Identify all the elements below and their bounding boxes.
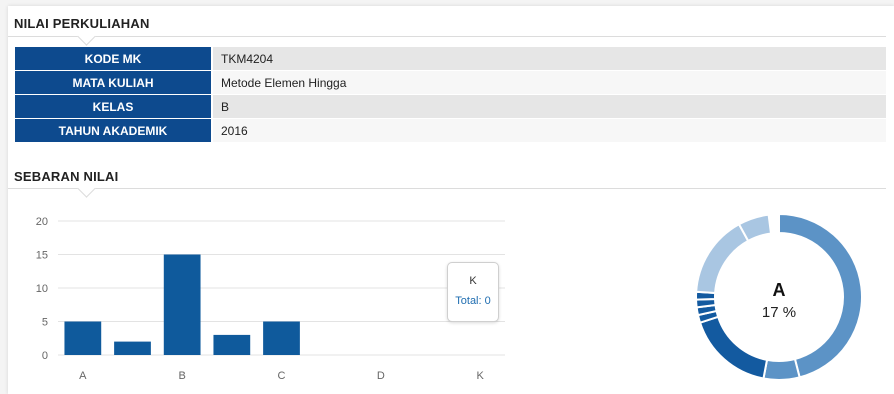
bar bbox=[163, 254, 201, 355]
x-tick-label: A bbox=[79, 370, 87, 382]
info-value: B bbox=[213, 95, 886, 118]
info-key: MATA KULIAH bbox=[15, 71, 213, 94]
info-row: KELAS B bbox=[15, 95, 886, 118]
donut-center-label: A bbox=[773, 280, 786, 300]
chart-tooltip: K Total: 0 bbox=[447, 262, 499, 322]
course-info-table: KODE MK TKM4204 MATA KULIAH Metode Eleme… bbox=[15, 46, 886, 143]
donut-slice bbox=[778, 212, 863, 379]
section-title-nilai: NILAI PERKULIAHAN bbox=[14, 16, 150, 31]
info-value: TKM4204 bbox=[213, 47, 886, 70]
x-tick-label: B bbox=[178, 370, 185, 382]
info-row: MATA KULIAH Metode Elemen Hingga bbox=[15, 71, 886, 94]
section-title-sebaran: SEBARAN NILAI bbox=[14, 169, 119, 184]
info-key: KODE MK bbox=[15, 47, 213, 70]
x-tick-label: K bbox=[476, 370, 484, 382]
info-value: 2016 bbox=[213, 119, 886, 142]
y-tick-label: 15 bbox=[36, 250, 48, 262]
y-tick-label: 0 bbox=[42, 350, 48, 362]
section-divider bbox=[8, 36, 886, 37]
bar bbox=[213, 334, 251, 355]
grade-share-donut-chart: A 17 % bbox=[695, 212, 863, 381]
info-key: KELAS bbox=[15, 95, 213, 118]
donut-slice bbox=[695, 222, 750, 295]
y-tick-label: 10 bbox=[36, 283, 48, 295]
y-tick-label: 5 bbox=[42, 317, 48, 329]
tooltip-label: K bbox=[469, 275, 477, 287]
info-row: TAHUN AKADEMIK 2016 bbox=[15, 119, 886, 142]
bar bbox=[114, 341, 151, 355]
grade-distribution-bar-chart: 0 5 10 15 20 A B C D K bbox=[36, 216, 505, 382]
info-key: TAHUN AKADEMIK bbox=[15, 119, 213, 142]
info-row: KODE MK TKM4204 bbox=[15, 47, 886, 70]
tooltip-total: Total: 0 bbox=[455, 295, 491, 307]
x-tick-label: C bbox=[278, 370, 286, 382]
y-tick-label: 20 bbox=[36, 216, 48, 228]
bar bbox=[263, 321, 300, 355]
donut-center-value: 17 % bbox=[762, 304, 796, 321]
bar bbox=[64, 321, 102, 355]
donut-slice bbox=[762, 357, 801, 381]
donut-slice bbox=[698, 315, 769, 380]
section-divider bbox=[8, 188, 886, 189]
x-tick-label: D bbox=[377, 370, 385, 382]
info-value: Metode Elemen Hingga bbox=[213, 71, 886, 94]
